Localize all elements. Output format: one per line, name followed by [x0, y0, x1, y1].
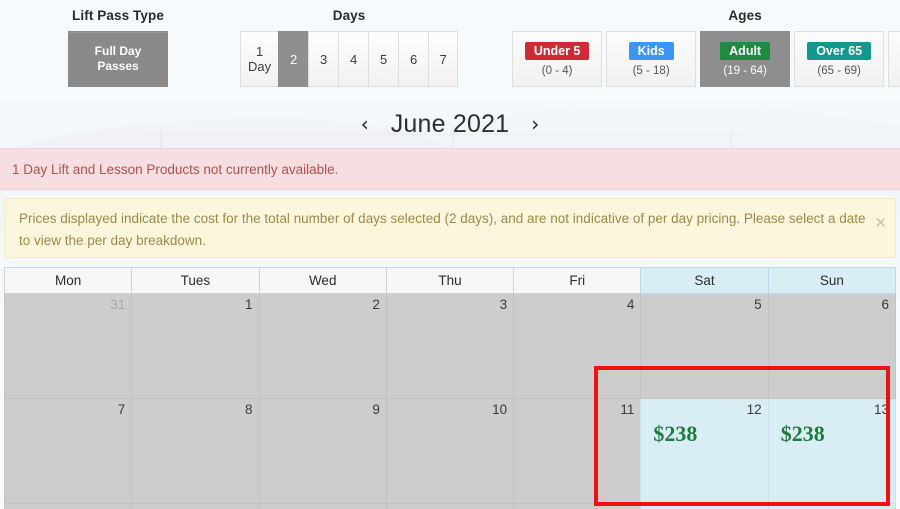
ages-label: Ages	[728, 8, 762, 23]
calendar-header-wed: Wed	[258, 267, 386, 294]
days-option-5[interactable]: 5	[368, 31, 399, 87]
calendar-day-number: 3	[499, 297, 508, 312]
calendar-day-cell: 2	[258, 294, 386, 399]
alert-unavailable-products-text: 1 Day Lift and Lesson Products not curre…	[12, 162, 339, 177]
calendar-day-number: 13	[873, 402, 889, 417]
age-option-range: (19 - 64)	[723, 64, 767, 77]
days-option-4[interactable]: 4	[338, 31, 369, 87]
calendar-day-cell: 6	[767, 294, 896, 399]
calendar-day-number: 31	[110, 297, 126, 312]
calendar-day-number: 1	[245, 297, 253, 312]
month-navigation: ‹ June 2021 ›	[0, 100, 900, 148]
calendar-day-cell[interactable]: 13 $238	[767, 399, 896, 504]
calendar-header-tues: Tues	[131, 267, 259, 294]
age-option-pill-label: Adult	[720, 41, 771, 60]
calendar-header-mon: Mon	[4, 267, 132, 294]
calendar-week-row: 7 8 9 10 11 12 $238 13 $238	[4, 399, 896, 504]
calendar-day-cell: 3	[385, 294, 514, 399]
age-option-adult[interactable]: Adult (19 - 64)	[700, 31, 791, 87]
calendar-day-cell: 9	[258, 399, 386, 504]
days-option-3[interactable]: 3	[308, 31, 339, 87]
next-month-icon[interactable]: ›	[531, 114, 539, 134]
lift-pass-line-2: Passes	[97, 59, 139, 73]
calendar-day-cell: 7	[4, 399, 132, 504]
ages-group: Ages Under 5 (0 - 4) Kids (5 - 18) Adult (19 …	[512, 8, 900, 87]
calendar-day-cell[interactable]: 20	[767, 504, 896, 509]
calendar-day-cell: 14	[4, 504, 132, 509]
age-option-kids[interactable]: Kids (5 - 18)	[606, 31, 697, 87]
calendar-header-thu: Thu	[385, 267, 514, 294]
calendar-day-number: 9	[372, 402, 380, 417]
calendar-header-fri: Fri	[513, 267, 641, 294]
calendar-day-cell[interactable]: 19	[640, 504, 768, 509]
age-option-under-5[interactable]: Under 5 (0 - 4)	[512, 31, 603, 87]
calendar-day-cell: 16	[258, 504, 386, 509]
calendar-header-sun: Sun	[767, 267, 896, 294]
calendar: Mon Tues Wed Thu Fri Sat Sun 31 1 2 3 4 5 6 7 8 9 10 11 12…	[4, 267, 896, 509]
days-option-1-day[interactable]: 1 Day	[240, 31, 279, 87]
age-option-pill-label: Under 5	[524, 41, 590, 60]
age-option-pill-label: Kids	[628, 41, 674, 60]
age-option-range: (0 - 4)	[541, 64, 573, 77]
calendar-day-cell: 8	[131, 399, 259, 504]
lift-pass-full-day-passes-button[interactable]: Full Day Passes	[68, 31, 168, 87]
calendar-day-cell: 10	[385, 399, 514, 504]
close-icon[interactable]: ×	[874, 211, 887, 233]
calendar-day-number: 4	[626, 297, 635, 312]
lift-pass-line-1: Full Day	[94, 44, 142, 58]
age-option-over-65[interactable]: Over 65 (65 - 69)	[794, 31, 885, 87]
calendar-day-cell: 4	[513, 294, 641, 399]
calendar-day-cell: 17	[385, 504, 514, 509]
age-option-over-70[interactable]: Over 70(70+)	[888, 31, 900, 87]
calendar-day-price: $238	[653, 421, 698, 446]
calendar-day-number: 7	[117, 402, 126, 417]
lift-pass-type-group: Lift Pass Type Full Day Passes	[68, 8, 168, 87]
calendar-day-number: 11	[620, 402, 635, 417]
ages-button-row: Under 5 (0 - 4) Kids (5 - 18) Adult (19 - 64)…	[512, 31, 900, 87]
calendar-header-row: Mon Tues Wed Thu Fri Sat Sun	[4, 267, 896, 294]
calendar-day-price: $238	[780, 421, 825, 446]
month-title: June 2021	[390, 109, 510, 138]
alert-unavailable-products: 1 Day Lift and Lesson Products not curre…	[0, 148, 900, 190]
calendar-day-number: 8	[245, 402, 253, 417]
age-option-range: (65 - 69)	[817, 64, 861, 77]
calendar-week-row: 31 1 2 3 4 5 6	[4, 294, 896, 399]
calendar-body: 31123456789101112$23813$2381415161718192…	[4, 294, 896, 509]
days-group: Days 1 Day 2 3 4 5 6 7	[240, 8, 459, 87]
calendar-header-sat: Sat	[640, 267, 768, 294]
calendar-day-cell: 15	[131, 504, 259, 509]
calendar-day-cell: 11	[513, 399, 641, 504]
days-option-2[interactable]: 2	[278, 31, 309, 87]
calendar-day-number: 12	[746, 402, 762, 417]
days-button-row: 1 Day 2 3 4 5 6 7	[240, 31, 459, 87]
days-label: Days	[332, 8, 366, 23]
calendar-day-number: 10	[492, 402, 508, 417]
calendar-day-cell[interactable]: 12 $238	[640, 399, 768, 504]
calendar-week-row: 14151617181920	[4, 504, 896, 509]
calendar-day-cell: 31	[4, 294, 132, 399]
calendar-day-number: 5	[754, 297, 762, 312]
days-option-7[interactable]: 7	[428, 31, 459, 87]
age-option-range: (5 - 18)	[632, 64, 670, 77]
calendar-day-cell: 5	[640, 294, 768, 399]
selector-bar: Lift Pass Type Full Day Passes Days 1 Da…	[0, 0, 900, 100]
calendar-day-cell: 1	[131, 294, 259, 399]
age-option-pill-label: Over 65	[807, 41, 872, 60]
lift-pass-type-label: Lift Pass Type	[72, 8, 164, 23]
days-option-6[interactable]: 6	[398, 31, 429, 87]
alert-pricing-notice-text: Prices displayed indicate the cost for t…	[19, 211, 866, 248]
calendar-day-number: 2	[372, 297, 380, 312]
prev-month-icon[interactable]: ‹	[361, 114, 369, 134]
alert-pricing-notice: Prices displayed indicate the cost for t…	[4, 198, 896, 258]
calendar-day-number: 6	[881, 297, 889, 312]
calendar-day-cell: 18	[513, 504, 641, 509]
